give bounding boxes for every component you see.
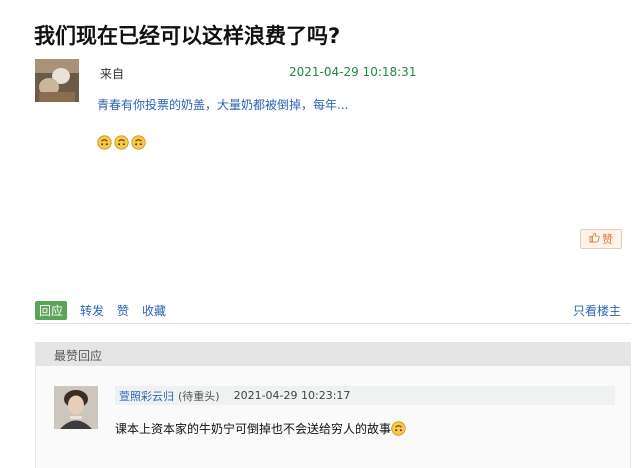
divider (35, 323, 631, 324)
upside-down-face-icon (97, 135, 112, 150)
like-button-label: 赞 (602, 233, 613, 246)
best-replies-label: 最赞回应 (54, 349, 103, 363)
reply-author-name[interactable]: 萱照彩云归 (119, 388, 174, 404)
author-avatar[interactable] (35, 59, 79, 102)
reply-button[interactable]: 回应 (35, 301, 68, 320)
upside-down-face-icon (114, 135, 129, 150)
post-body-text: 青春有你投票的奶盖，大量奶都被倒掉，每年... (97, 98, 349, 112)
thumbs-up-icon (589, 232, 600, 246)
only-op-link[interactable]: 只看楼主 (573, 302, 621, 319)
reply-avatar[interactable] (54, 386, 98, 429)
from-label: 来自 (100, 67, 125, 81)
reply-meta: 萱照彩云归 (待重头) 2021-04-29 10:23:17 (115, 386, 615, 405)
emoji-row (97, 135, 146, 150)
like-button[interactable]: 赞 (580, 229, 622, 249)
post-actions: 回应 转发 赞 收藏 (35, 301, 166, 320)
best-replies-header: 最赞回应 (36, 342, 630, 366)
post-time: 2021-04-29 10:18:31 (289, 65, 417, 79)
reply-text: 课本上资本家的牛奶宁可倒掉也不会送给穷人的故事 (115, 422, 392, 436)
upside-down-face-icon (131, 135, 146, 150)
reply-text-row: 课本上资本家的牛奶宁可倒掉也不会送给穷人的故事 (115, 420, 406, 437)
upside-down-face-icon (391, 421, 406, 436)
reply-time: 2021-04-29 10:23:17 (233, 389, 351, 402)
reply-author-tag: (待重头) (178, 389, 220, 403)
post-title: 我们现在已经可以这样浪费了吗? (34, 24, 341, 48)
collect-link[interactable]: 收藏 (142, 302, 166, 319)
best-replies-section: 最赞回应 萱照彩云归 (待重头) 2021-04-29 10:23:17 课本上… (35, 342, 631, 468)
like-link[interactable]: 赞 (117, 302, 129, 319)
repost-link[interactable]: 转发 (80, 302, 104, 319)
